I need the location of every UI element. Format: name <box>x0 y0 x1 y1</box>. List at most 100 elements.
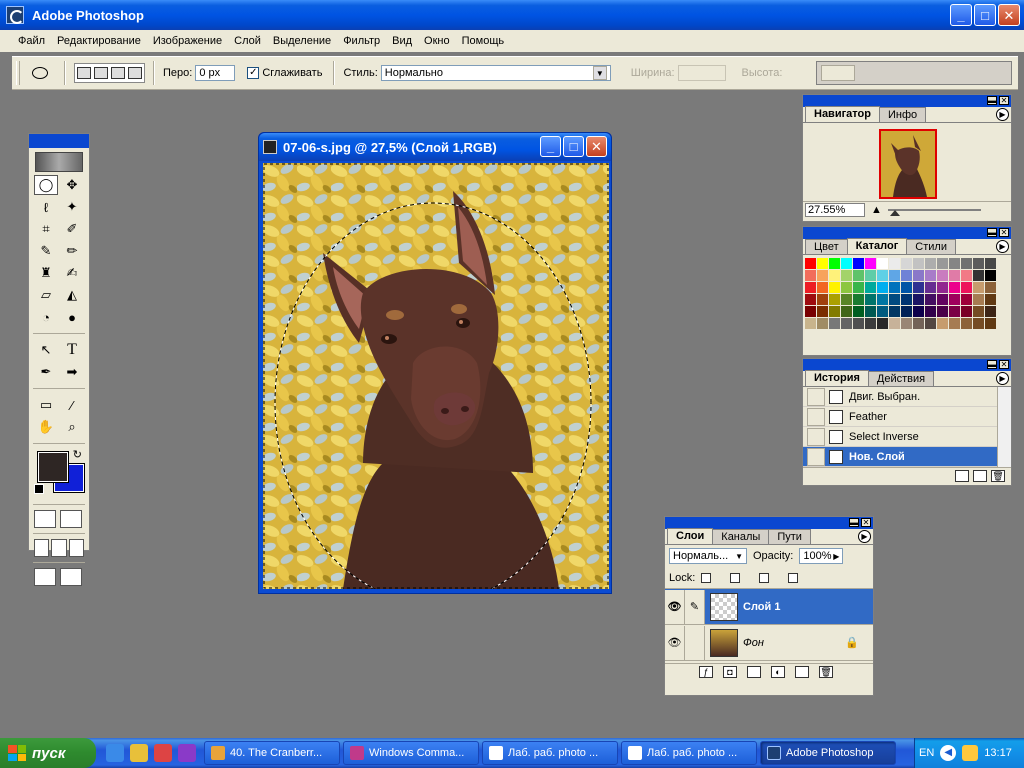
elliptical-marquee-icon[interactable] <box>32 67 48 79</box>
selection-mode-buttons[interactable] <box>74 63 145 83</box>
color-swatch[interactable] <box>961 282 972 293</box>
color-swatch[interactable] <box>973 270 984 281</box>
tab-layers[interactable]: Слои <box>667 528 714 544</box>
color-swatch[interactable] <box>877 294 888 305</box>
type-tool-icon[interactable]: T <box>60 340 84 360</box>
color-swatch[interactable] <box>805 270 816 281</box>
palette-minimize-icon[interactable]: ▬ <box>987 360 997 369</box>
add-to-selection-icon[interactable] <box>94 67 108 79</box>
color-swatch[interactable] <box>901 258 912 269</box>
palette-close-icon[interactable]: ✕ <box>861 518 871 527</box>
eye-icon[interactable]: 👁 <box>665 625 685 660</box>
brush-tool-icon[interactable]: ✏ <box>60 241 84 261</box>
history-item[interactable]: Select Inverse <box>803 427 1011 447</box>
crop-tool-icon[interactable]: ⌗ <box>34 219 58 239</box>
color-swatch[interactable] <box>865 270 876 281</box>
color-swatch[interactable] <box>841 306 852 317</box>
history-brush-tool-icon[interactable]: ✍ <box>60 263 84 283</box>
layer-row[interactable]: 👁 Фон 🔒 <box>665 625 873 661</box>
palette-minimize-icon[interactable]: ▬ <box>987 96 997 105</box>
taskbar-button-active[interactable]: Adobe Photoshop <box>760 741 896 765</box>
color-swatch[interactable] <box>973 306 984 317</box>
color-swatch[interactable] <box>841 270 852 281</box>
color-swatch[interactable] <box>829 258 840 269</box>
menu-edit[interactable]: Редактирование <box>51 35 147 47</box>
lock-image-checkbox[interactable] <box>730 572 741 583</box>
color-swatch[interactable] <box>925 270 936 281</box>
color-swatch[interactable] <box>829 318 840 329</box>
new-set-icon[interactable] <box>747 665 761 678</box>
palette-menu-icon[interactable]: ▶ <box>996 240 1009 253</box>
color-swatch[interactable] <box>973 318 984 329</box>
history-item[interactable]: Двиг. Выбран. <box>803 387 1011 407</box>
color-swatch[interactable] <box>925 294 936 305</box>
color-swatch[interactable] <box>817 282 828 293</box>
color-swatch[interactable] <box>937 306 948 317</box>
layer-row[interactable]: 👁 ✎ Слой 1 <box>665 589 873 625</box>
color-swatch[interactable] <box>877 318 888 329</box>
color-swatch[interactable] <box>949 282 960 293</box>
color-swatch[interactable] <box>949 258 960 269</box>
color-swatch[interactable] <box>817 318 828 329</box>
menu-image[interactable]: Изображение <box>147 35 228 47</box>
color-swatch[interactable] <box>985 294 996 305</box>
eye-icon[interactable]: 👁 <box>665 589 685 624</box>
back-arrow-icon[interactable]: ◀ <box>940 745 957 761</box>
color-swatch[interactable] <box>973 282 984 293</box>
hand-tool-icon[interactable]: ✋ <box>34 417 58 437</box>
color-swatch[interactable] <box>877 258 888 269</box>
layer-mask-icon[interactable]: ◘ <box>723 665 737 678</box>
color-swatch[interactable] <box>937 318 948 329</box>
history-item[interactable]: Feather <box>803 407 1011 427</box>
tab-actions[interactable]: Действия <box>867 371 935 386</box>
menu-select[interactable]: Выделение <box>267 35 337 47</box>
color-swatch[interactable] <box>901 294 912 305</box>
new-document-from-state-icon[interactable] <box>955 469 969 482</box>
style-select[interactable]: Нормально ▼ <box>380 65 611 81</box>
color-swatch[interactable] <box>865 318 876 329</box>
color-swatch[interactable] <box>925 318 936 329</box>
color-swatch[interactable] <box>949 306 960 317</box>
move-tool-icon[interactable]: ✥ <box>60 175 84 195</box>
palette-close-icon[interactable]: ✕ <box>999 360 1009 369</box>
color-swatch[interactable] <box>973 258 984 269</box>
quick-mask-mode-icon[interactable] <box>60 510 82 528</box>
color-swatch[interactable] <box>889 270 900 281</box>
tab-styles[interactable]: Стили <box>906 239 956 254</box>
color-swatch[interactable] <box>841 282 852 293</box>
magic-wand-tool-icon[interactable]: ✦ <box>60 197 84 217</box>
jump-to-imageready-icon[interactable] <box>34 568 56 586</box>
color-swatch[interactable] <box>985 270 996 281</box>
layer-style-icon[interactable]: ƒ <box>699 665 713 678</box>
color-swatch[interactable] <box>913 282 924 293</box>
palette-minimize-icon[interactable]: ▬ <box>987 228 997 237</box>
default-colors-icon[interactable] <box>34 484 44 494</box>
color-swatch[interactable] <box>805 258 816 269</box>
network-icon[interactable] <box>962 745 979 761</box>
color-swatch[interactable] <box>937 294 948 305</box>
color-swatch[interactable] <box>889 294 900 305</box>
lock-position-checkbox[interactable] <box>759 572 770 583</box>
lasso-tool-icon[interactable]: ℓ <box>34 197 58 217</box>
new-snapshot-icon[interactable] <box>973 469 987 482</box>
color-swatch[interactable] <box>889 282 900 293</box>
notes-tool-icon[interactable]: ▭ <box>34 395 58 415</box>
menu-file[interactable]: Файл <box>12 35 51 47</box>
slice-tool-icon[interactable]: ✐ <box>60 219 84 239</box>
color-swatch[interactable] <box>949 294 960 305</box>
start-button[interactable]: пуск <box>0 738 96 768</box>
tab-channels[interactable]: Каналы <box>712 529 770 544</box>
brush-link-icon[interactable] <box>685 625 705 660</box>
media-player-icon[interactable] <box>130 744 148 762</box>
full-screen-mode-icon[interactable] <box>68 539 84 557</box>
document-maximize-button[interactable]: □ <box>563 136 584 157</box>
color-swatch[interactable] <box>877 306 888 317</box>
tab-navigator[interactable]: Навигатор <box>805 106 880 122</box>
history-item-selected[interactable]: Нов. Слой <box>803 447 1011 467</box>
new-selection-icon[interactable] <box>77 67 91 79</box>
standard-mode-icon[interactable] <box>34 510 56 528</box>
color-swatch[interactable] <box>925 258 936 269</box>
color-swatch[interactable] <box>901 282 912 293</box>
taskbar-button[interactable]: 40. The Cranberr... <box>204 741 340 765</box>
color-swatch[interactable] <box>889 318 900 329</box>
